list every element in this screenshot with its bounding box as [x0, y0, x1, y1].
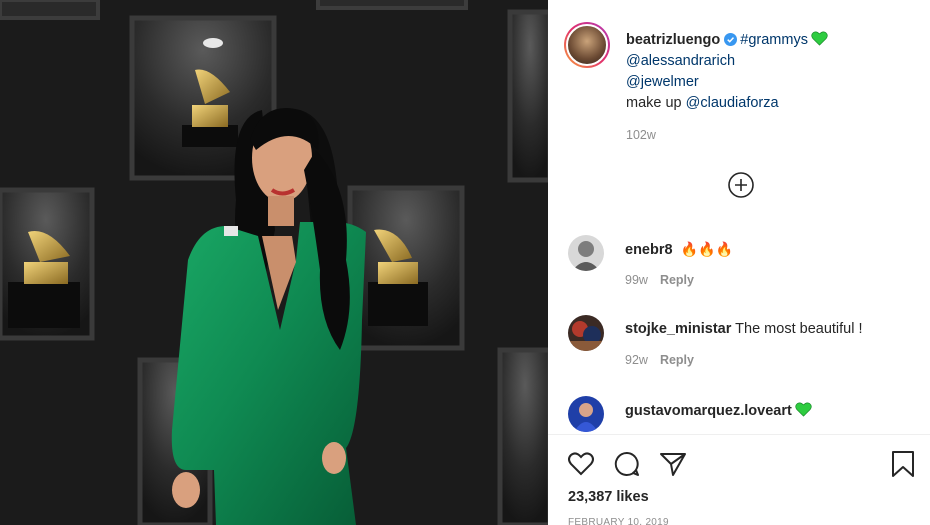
- commenter-username[interactable]: gustavomarquez.loveart: [625, 403, 792, 419]
- paper-plane-icon[interactable]: [658, 449, 688, 479]
- green-heart-icon: [811, 31, 828, 46]
- hashtag-link[interactable]: #grammys: [740, 32, 808, 48]
- post-actions: 23,387 likes FEBRUARY 10, 2019: [548, 434, 930, 525]
- reply-button[interactable]: Reply: [660, 353, 694, 367]
- comment-text: The most beautiful !: [735, 321, 863, 337]
- comment-item: enebr8 🔥🔥🔥 99w Reply: [568, 235, 918, 295]
- post-date: FEBRUARY 10, 2019: [568, 517, 669, 525]
- comment-item: stojke_ministar The most beautiful ! 92w…: [568, 315, 918, 375]
- post-timestamp[interactable]: 102w: [626, 128, 656, 142]
- commenter-avatar[interactable]: [568, 396, 604, 432]
- post-caption: beatrizluengo #grammys @alessandrarich @j…: [626, 30, 916, 114]
- commenter-username[interactable]: enebr8: [625, 242, 673, 258]
- mention-link[interactable]: @alessandrarich: [626, 53, 735, 69]
- green-heart-icon: [795, 402, 812, 417]
- fire-emoji: 🔥🔥🔥: [680, 241, 733, 257]
- post-sidebar: beatrizluengo #grammys @alessandrarich @j…: [548, 0, 930, 525]
- plus-circle-icon[interactable]: [727, 171, 755, 199]
- bookmark-icon[interactable]: [888, 449, 918, 479]
- reply-button[interactable]: Reply: [660, 273, 694, 287]
- mention-link[interactable]: @jewelmer: [626, 74, 699, 90]
- author-avatar[interactable]: [564, 22, 610, 68]
- commenter-username[interactable]: stojke_ministar: [625, 321, 731, 337]
- comment-item: gustavomarquez.loveart: [568, 396, 918, 434]
- caption-text: make up: [626, 95, 682, 111]
- mention-link[interactable]: @claudiaforza: [686, 95, 779, 111]
- comment-timestamp[interactable]: 99w: [625, 273, 648, 287]
- commenter-avatar[interactable]: [568, 315, 604, 351]
- photo-illustration: [0, 0, 548, 525]
- post-photo[interactable]: [0, 0, 548, 525]
- heart-outline-icon[interactable]: [566, 449, 596, 479]
- likes-count[interactable]: 23,387 likes: [568, 489, 649, 505]
- comment-timestamp[interactable]: 92w: [625, 353, 648, 367]
- commenter-avatar[interactable]: [568, 235, 604, 271]
- verified-badge-icon: [724, 33, 738, 46]
- author-username[interactable]: beatrizluengo: [626, 32, 720, 48]
- speech-bubble-icon[interactable]: [612, 449, 642, 479]
